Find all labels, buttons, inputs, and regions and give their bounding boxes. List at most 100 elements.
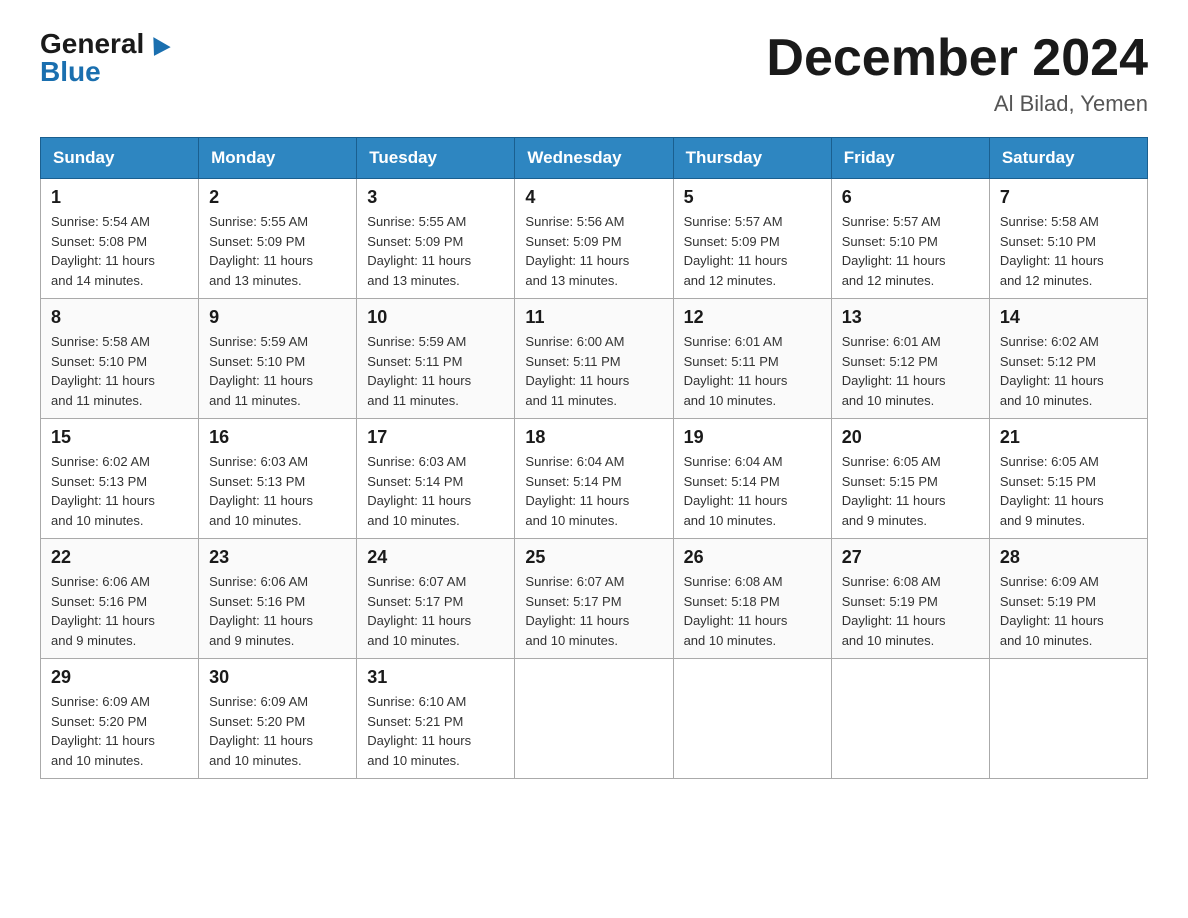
day-info: Sunrise: 6:07 AM Sunset: 5:17 PM Dayligh… xyxy=(525,572,662,650)
logo-triangle-icon xyxy=(146,37,171,61)
calendar-cell: 4 Sunrise: 5:56 AM Sunset: 5:09 PM Dayli… xyxy=(515,179,673,299)
calendar-cell: 12 Sunrise: 6:01 AM Sunset: 5:11 PM Dayl… xyxy=(673,299,831,419)
calendar-cell: 18 Sunrise: 6:04 AM Sunset: 5:14 PM Dayl… xyxy=(515,419,673,539)
day-info: Sunrise: 6:03 AM Sunset: 5:13 PM Dayligh… xyxy=(209,452,346,530)
day-info: Sunrise: 6:07 AM Sunset: 5:17 PM Dayligh… xyxy=(367,572,504,650)
day-number: 14 xyxy=(1000,307,1137,328)
day-info: Sunrise: 5:54 AM Sunset: 5:08 PM Dayligh… xyxy=(51,212,188,290)
calendar-header-monday: Monday xyxy=(199,138,357,179)
day-info: Sunrise: 6:02 AM Sunset: 5:13 PM Dayligh… xyxy=(51,452,188,530)
day-number: 2 xyxy=(209,187,346,208)
calendar-week-row: 15 Sunrise: 6:02 AM Sunset: 5:13 PM Dayl… xyxy=(41,419,1148,539)
title-section: December 2024 Al Bilad, Yemen xyxy=(766,30,1148,117)
day-number: 16 xyxy=(209,427,346,448)
day-info: Sunrise: 5:58 AM Sunset: 5:10 PM Dayligh… xyxy=(51,332,188,410)
calendar-cell: 14 Sunrise: 6:02 AM Sunset: 5:12 PM Dayl… xyxy=(989,299,1147,419)
calendar-cell: 13 Sunrise: 6:01 AM Sunset: 5:12 PM Dayl… xyxy=(831,299,989,419)
logo-general-text: General xyxy=(40,28,144,59)
calendar-header-thursday: Thursday xyxy=(673,138,831,179)
day-info: Sunrise: 6:04 AM Sunset: 5:14 PM Dayligh… xyxy=(525,452,662,530)
calendar-cell: 20 Sunrise: 6:05 AM Sunset: 5:15 PM Dayl… xyxy=(831,419,989,539)
calendar-week-row: 22 Sunrise: 6:06 AM Sunset: 5:16 PM Dayl… xyxy=(41,539,1148,659)
calendar-week-row: 8 Sunrise: 5:58 AM Sunset: 5:10 PM Dayli… xyxy=(41,299,1148,419)
calendar-cell: 2 Sunrise: 5:55 AM Sunset: 5:09 PM Dayli… xyxy=(199,179,357,299)
day-info: Sunrise: 5:59 AM Sunset: 5:11 PM Dayligh… xyxy=(367,332,504,410)
day-number: 29 xyxy=(51,667,188,688)
calendar-cell: 19 Sunrise: 6:04 AM Sunset: 5:14 PM Dayl… xyxy=(673,419,831,539)
day-info: Sunrise: 6:05 AM Sunset: 5:15 PM Dayligh… xyxy=(1000,452,1137,530)
calendar-cell: 17 Sunrise: 6:03 AM Sunset: 5:14 PM Dayl… xyxy=(357,419,515,539)
day-number: 21 xyxy=(1000,427,1137,448)
day-number: 20 xyxy=(842,427,979,448)
day-number: 11 xyxy=(525,307,662,328)
calendar-cell: 3 Sunrise: 5:55 AM Sunset: 5:09 PM Dayli… xyxy=(357,179,515,299)
calendar-cell: 11 Sunrise: 6:00 AM Sunset: 5:11 PM Dayl… xyxy=(515,299,673,419)
day-number: 12 xyxy=(684,307,821,328)
day-number: 9 xyxy=(209,307,346,328)
calendar-header-friday: Friday xyxy=(831,138,989,179)
day-number: 31 xyxy=(367,667,504,688)
day-info: Sunrise: 6:06 AM Sunset: 5:16 PM Dayligh… xyxy=(51,572,188,650)
day-number: 3 xyxy=(367,187,504,208)
location-label: Al Bilad, Yemen xyxy=(766,91,1148,117)
calendar-cell: 23 Sunrise: 6:06 AM Sunset: 5:16 PM Dayl… xyxy=(199,539,357,659)
calendar-cell: 10 Sunrise: 5:59 AM Sunset: 5:11 PM Dayl… xyxy=(357,299,515,419)
calendar-header-sunday: Sunday xyxy=(41,138,199,179)
day-info: Sunrise: 6:05 AM Sunset: 5:15 PM Dayligh… xyxy=(842,452,979,530)
calendar-cell xyxy=(831,659,989,779)
logo-general-line: General xyxy=(40,30,168,58)
day-info: Sunrise: 5:59 AM Sunset: 5:10 PM Dayligh… xyxy=(209,332,346,410)
calendar-header-tuesday: Tuesday xyxy=(357,138,515,179)
logo-blue-text: Blue xyxy=(40,56,101,87)
calendar-cell: 1 Sunrise: 5:54 AM Sunset: 5:08 PM Dayli… xyxy=(41,179,199,299)
day-info: Sunrise: 6:09 AM Sunset: 5:20 PM Dayligh… xyxy=(51,692,188,770)
calendar-header-saturday: Saturday xyxy=(989,138,1147,179)
calendar-cell xyxy=(515,659,673,779)
day-info: Sunrise: 5:56 AM Sunset: 5:09 PM Dayligh… xyxy=(525,212,662,290)
calendar-cell: 25 Sunrise: 6:07 AM Sunset: 5:17 PM Dayl… xyxy=(515,539,673,659)
day-info: Sunrise: 6:01 AM Sunset: 5:12 PM Dayligh… xyxy=(842,332,979,410)
day-number: 24 xyxy=(367,547,504,568)
day-number: 15 xyxy=(51,427,188,448)
day-info: Sunrise: 5:55 AM Sunset: 5:09 PM Dayligh… xyxy=(209,212,346,290)
day-number: 30 xyxy=(209,667,346,688)
day-number: 25 xyxy=(525,547,662,568)
day-info: Sunrise: 6:00 AM Sunset: 5:11 PM Dayligh… xyxy=(525,332,662,410)
day-info: Sunrise: 5:55 AM Sunset: 5:09 PM Dayligh… xyxy=(367,212,504,290)
calendar-cell: 6 Sunrise: 5:57 AM Sunset: 5:10 PM Dayli… xyxy=(831,179,989,299)
logo: General Blue xyxy=(40,30,168,86)
day-number: 26 xyxy=(684,547,821,568)
day-number: 28 xyxy=(1000,547,1137,568)
calendar-cell: 8 Sunrise: 5:58 AM Sunset: 5:10 PM Dayli… xyxy=(41,299,199,419)
calendar-cell: 29 Sunrise: 6:09 AM Sunset: 5:20 PM Dayl… xyxy=(41,659,199,779)
calendar-week-row: 29 Sunrise: 6:09 AM Sunset: 5:20 PM Dayl… xyxy=(41,659,1148,779)
day-info: Sunrise: 6:02 AM Sunset: 5:12 PM Dayligh… xyxy=(1000,332,1137,410)
calendar-table: SundayMondayTuesdayWednesdayThursdayFrid… xyxy=(40,137,1148,779)
day-info: Sunrise: 6:01 AM Sunset: 5:11 PM Dayligh… xyxy=(684,332,821,410)
calendar-cell: 26 Sunrise: 6:08 AM Sunset: 5:18 PM Dayl… xyxy=(673,539,831,659)
day-number: 19 xyxy=(684,427,821,448)
day-number: 4 xyxy=(525,187,662,208)
day-info: Sunrise: 5:57 AM Sunset: 5:09 PM Dayligh… xyxy=(684,212,821,290)
calendar-cell: 16 Sunrise: 6:03 AM Sunset: 5:13 PM Dayl… xyxy=(199,419,357,539)
day-number: 6 xyxy=(842,187,979,208)
day-number: 10 xyxy=(367,307,504,328)
day-number: 22 xyxy=(51,547,188,568)
calendar-cell: 24 Sunrise: 6:07 AM Sunset: 5:17 PM Dayl… xyxy=(357,539,515,659)
calendar-cell: 28 Sunrise: 6:09 AM Sunset: 5:19 PM Dayl… xyxy=(989,539,1147,659)
day-number: 23 xyxy=(209,547,346,568)
day-info: Sunrise: 6:06 AM Sunset: 5:16 PM Dayligh… xyxy=(209,572,346,650)
day-info: Sunrise: 5:58 AM Sunset: 5:10 PM Dayligh… xyxy=(1000,212,1137,290)
day-number: 1 xyxy=(51,187,188,208)
day-info: Sunrise: 6:09 AM Sunset: 5:20 PM Dayligh… xyxy=(209,692,346,770)
calendar-header-wednesday: Wednesday xyxy=(515,138,673,179)
page-header: General Blue December 2024 Al Bilad, Yem… xyxy=(40,30,1148,117)
calendar-header-row: SundayMondayTuesdayWednesdayThursdayFrid… xyxy=(41,138,1148,179)
calendar-cell: 7 Sunrise: 5:58 AM Sunset: 5:10 PM Dayli… xyxy=(989,179,1147,299)
day-number: 8 xyxy=(51,307,188,328)
calendar-cell: 21 Sunrise: 6:05 AM Sunset: 5:15 PM Dayl… xyxy=(989,419,1147,539)
month-title: December 2024 xyxy=(766,30,1148,87)
day-number: 7 xyxy=(1000,187,1137,208)
day-info: Sunrise: 6:03 AM Sunset: 5:14 PM Dayligh… xyxy=(367,452,504,530)
calendar-week-row: 1 Sunrise: 5:54 AM Sunset: 5:08 PM Dayli… xyxy=(41,179,1148,299)
